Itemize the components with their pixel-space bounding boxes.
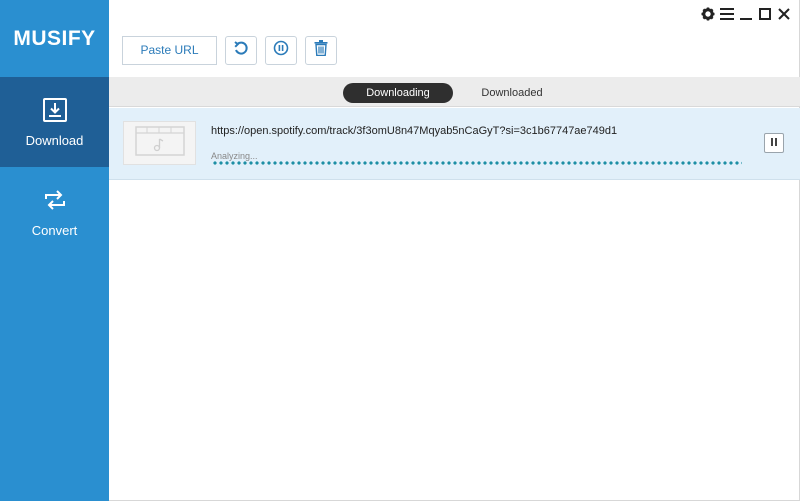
track-thumbnail [123, 121, 196, 165]
sidebar-item-label: Download [25, 132, 84, 148]
convert-icon [42, 187, 68, 213]
pause-all-button[interactable] [265, 35, 297, 65]
download-status: Analyzing... [211, 151, 258, 161]
sidebar: MUSIFY Download Convert [0, 0, 109, 501]
gear-icon[interactable] [701, 6, 715, 22]
tab-downloading[interactable]: Downloading [343, 83, 453, 103]
download-row[interactable]: https://open.spotify.com/track/3f3omU8n4… [109, 108, 800, 180]
track-url: https://open.spotify.com/track/3f3omU8n4… [211, 125, 618, 137]
maximize-icon[interactable] [758, 6, 772, 22]
close-icon[interactable] [777, 6, 791, 22]
music-file-icon [134, 125, 185, 161]
pause-icon [769, 134, 779, 152]
delete-icon [314, 39, 328, 61]
download-icon [42, 97, 68, 123]
minimize-icon[interactable] [739, 6, 753, 22]
menu-icon[interactable] [720, 6, 734, 22]
paste-url-button[interactable]: Paste URL [122, 35, 217, 65]
pause-button[interactable] [764, 133, 784, 153]
refresh-button[interactable] [225, 35, 257, 65]
sidebar-item-convert[interactable]: Convert [0, 167, 109, 257]
main-panel: Paste URL Downloading Downloaded https:/… [109, 0, 800, 501]
tab-downloaded[interactable]: Downloaded [457, 83, 567, 103]
sidebar-item-download[interactable]: Download [0, 77, 109, 167]
delete-button[interactable] [305, 35, 337, 65]
pause-all-icon [273, 40, 289, 61]
sidebar-item-label: Convert [31, 222, 78, 238]
window-controls [701, 6, 791, 22]
tab-bar: Downloading Downloaded [109, 77, 800, 107]
refresh-icon [233, 40, 249, 61]
toolbar: Paste URL [122, 35, 337, 65]
progress-indicator [212, 161, 742, 165]
app-logo: MUSIFY [13, 26, 96, 50]
